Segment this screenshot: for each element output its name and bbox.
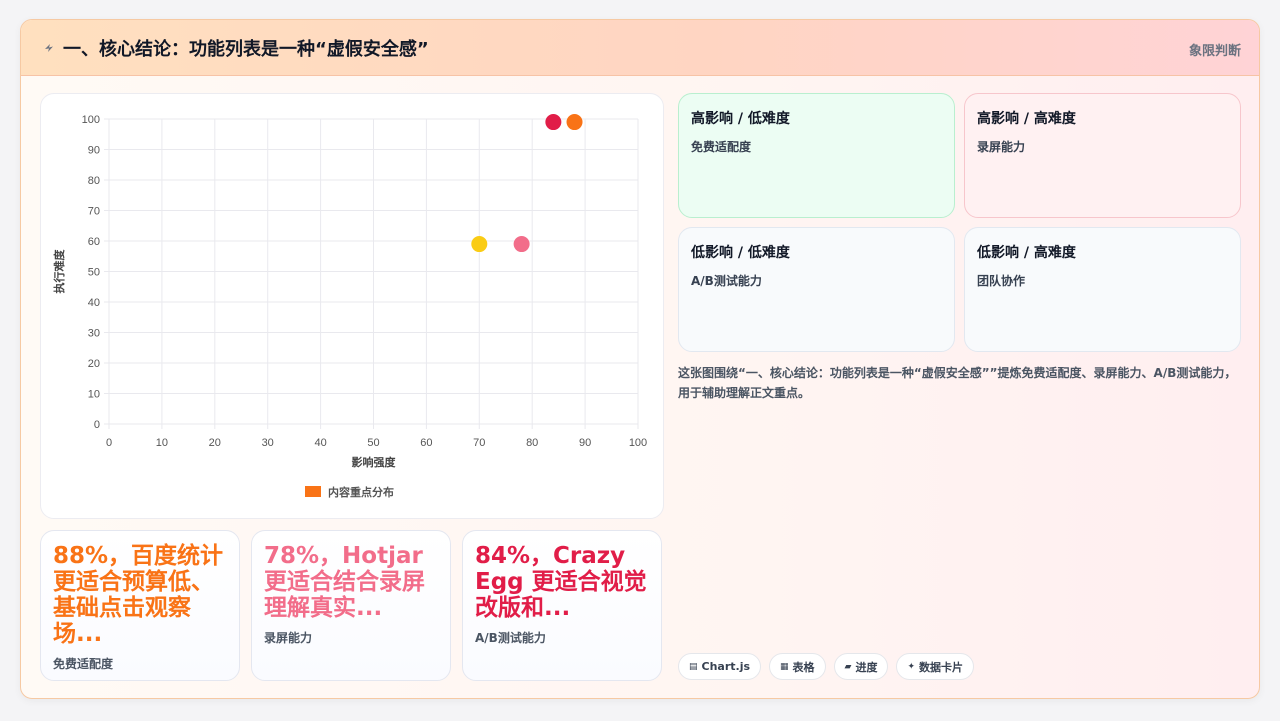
scatter-chart-card: 0 10 20 30 40 50 60 70 80 90 100 0 10 20 30 40 50 60 70 80 9… <box>40 93 664 519</box>
stat-label: 免费适配度 <box>53 657 114 671</box>
y-tick-label: 100 <box>82 114 100 126</box>
stat-label: A/B测试能力 <box>475 631 546 645</box>
y-tick-label: 0 <box>94 419 100 431</box>
tag-label: Chart.js <box>701 660 751 673</box>
tag-data-card[interactable]: ✦ 数据卡片 <box>896 653 975 680</box>
quadrant-text: A/B测试能力 <box>691 274 762 288</box>
quadrant-text: 录屏能力 <box>977 140 1026 154</box>
x-tick-label: 20 <box>209 437 221 449</box>
x-tick-label: 30 <box>262 437 274 449</box>
x-tick-label: 80 <box>526 437 538 449</box>
quadrant-title: 低影响 / 低难度 <box>691 245 790 261</box>
stat-value: 88%，百度统计更适合预算低、基础点击观察场... <box>53 543 224 647</box>
x-tick-label: 40 <box>314 437 326 449</box>
tag-label: 表格 <box>792 660 815 674</box>
stat-card-free: 88%，百度统计更适合预算低、基础点击观察场... 免费适配度 <box>40 530 240 681</box>
x-axis-label: 影响强度 <box>352 455 397 469</box>
y-tick-label: 40 <box>88 297 100 309</box>
lightning-icon <box>45 44 53 52</box>
tag-label: 进度 <box>855 660 878 674</box>
y-tick-label: 10 <box>88 389 100 401</box>
y-axis-label: 执行难度 <box>52 249 66 294</box>
legend-label: 内容重点分布 <box>328 485 394 499</box>
quadrant-high-impact-high-difficulty: 高影响 / 高难度 录屏能力 <box>964 93 1241 218</box>
data-point <box>471 236 488 253</box>
table-icon: ▦ <box>780 661 789 672</box>
tag-list: ▤ Chart.js ▦ 表格 ▰ 进度 ✦ 数据卡片 <box>678 653 975 680</box>
quadrant-high-impact-low-difficulty: 高影响 / 低难度 免费适配度 <box>678 93 955 218</box>
x-tick-label: 100 <box>629 437 647 449</box>
quadrant-judgement-label: 象限判断 <box>1188 44 1241 59</box>
y-tick-label: 30 <box>88 328 100 340</box>
quadrant-title: 低影响 / 高难度 <box>977 245 1076 261</box>
quadrant-title: 高影响 / 低难度 <box>691 111 790 127</box>
y-tick-label: 90 <box>88 145 100 157</box>
dashboard-frame: 一、核心结论：功能列表是一种“虚假安全感” 象限判断 0 10 20 30 40 50 60… <box>20 19 1260 699</box>
tag-chartjs[interactable]: ▤ Chart.js <box>678 653 762 680</box>
x-tick-label: 0 <box>106 437 112 449</box>
quadrant-low-impact-high-difficulty: 低影响 / 高难度 团队协作 <box>964 227 1241 352</box>
chart-icon: ▤ <box>689 661 698 672</box>
tag-label: 数据卡片 <box>919 660 964 674</box>
stat-card-recording: 78%，Hotjar 更适合结合录屏理解真实... 录屏能力 <box>251 530 451 681</box>
scatter-chart: 0 10 20 30 40 50 60 70 80 90 100 0 10 20 30 40 50 60 70 80 9… <box>52 114 647 499</box>
stat-label: 录屏能力 <box>264 631 313 645</box>
tag-progress[interactable]: ▰ 进度 <box>833 653 889 680</box>
stat-value: 84%，Crazy Egg 更适合视觉改版和... <box>475 543 647 621</box>
x-tick-label: 90 <box>579 437 591 449</box>
y-tick-label: 50 <box>88 267 100 279</box>
data-point <box>513 236 530 253</box>
y-tick-label: 20 <box>88 358 100 370</box>
y-tick-label: 70 <box>88 206 100 218</box>
header-bar: 一、核心结论：功能列表是一种“虚假安全感” 象限判断 <box>21 20 1259 76</box>
page-title: 一、核心结论：功能列表是一种“虚假安全感” <box>63 39 429 60</box>
data-point <box>566 114 583 131</box>
quadrant-text: 团队协作 <box>977 274 1026 288</box>
y-tick-label: 60 <box>88 236 100 248</box>
progress-icon: ▰ <box>844 661 852 672</box>
x-tick-label: 50 <box>367 437 379 449</box>
y-tick-label: 80 <box>88 175 100 187</box>
quadrant-low-impact-low-difficulty: 低影响 / 低难度 A/B测试能力 <box>678 227 955 352</box>
stat-card-abtest: 84%，Crazy Egg 更适合视觉改版和... A/B测试能力 <box>462 530 662 681</box>
sparkle-icon: ✦ <box>907 661 916 672</box>
x-tick-label: 70 <box>473 437 485 449</box>
x-tick-label: 60 <box>420 437 432 449</box>
quadrant-title: 高影响 / 高难度 <box>977 111 1076 127</box>
x-tick-label: 10 <box>156 437 168 449</box>
quadrant-text: 免费适配度 <box>691 140 752 154</box>
data-point <box>545 114 562 131</box>
chart-description: 这张图围绕“一、核心结论：功能列表是一种“虚假安全感””提炼免费适配度、录屏能力… <box>678 366 1237 400</box>
tag-table[interactable]: ▦ 表格 <box>769 653 826 680</box>
legend-swatch <box>305 486 321 497</box>
stat-value: 78%，Hotjar 更适合结合录屏理解真实... <box>264 543 425 621</box>
